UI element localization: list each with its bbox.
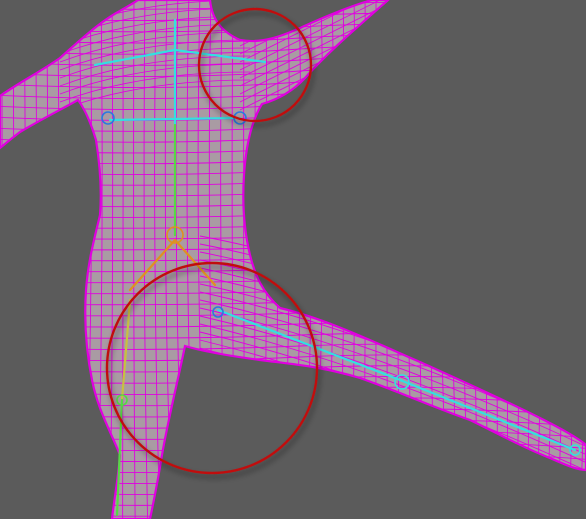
wire-line (0, 451, 586, 463)
wire-line (0, 495, 586, 507)
wire-line (0, 473, 586, 485)
wire-line (0, 222, 586, 232)
wire-line (0, 189, 586, 199)
wire-line (396, 0, 402, 519)
wire-line (0, 133, 586, 144)
wire-line (407, 0, 414, 519)
wire-line (417, 0, 426, 519)
wire-line (0, 177, 586, 188)
wire-line (122, 0, 124, 519)
character-mesh-icon[interactable] (0, 0, 586, 519)
wire-line (0, 376, 586, 386)
wire-line (20, 0, 26, 519)
wire-line (450, 0, 460, 519)
wire-line (0, 211, 586, 221)
wire-line (0, 1, 586, 12)
wire-line (484, 0, 489, 519)
body-silhouette[interactable] (0, 0, 586, 519)
wire-line (0, 256, 586, 265)
wire-line (496, 0, 499, 519)
wire-line (314, 0, 324, 519)
wire-line (473, 0, 480, 519)
wire-line (0, 484, 586, 496)
wire-line (326, 0, 335, 519)
wire-line (0, 155, 586, 166)
wire-line (0, 386, 586, 397)
wire-line (0, 245, 586, 254)
wire-line (428, 0, 438, 519)
wire-line (362, 0, 367, 519)
wire-line (0, 507, 586, 518)
wire-line (386, 0, 389, 519)
shin-right-bone[interactable] (398, 378, 577, 452)
wire-line (461, 0, 470, 519)
wire-line (0, 462, 586, 474)
wire-line (0, 144, 586, 155)
wire-line (338, 0, 345, 519)
wire-line (0, 166, 586, 177)
wire-line (0, 200, 586, 210)
wire-line (0, 12, 586, 23)
wire-line (506, 0, 509, 519)
viewport-3d[interactable] (0, 0, 586, 519)
wire-line (0, 121, 586, 133)
wire-line (350, 0, 356, 519)
wire-line (0, 234, 586, 243)
wire-line (10, 0, 15, 519)
character-body[interactable] (0, 0, 586, 519)
wire-line (0, 365, 586, 375)
wire-line (439, 0, 449, 519)
wire-line (0, 440, 586, 452)
